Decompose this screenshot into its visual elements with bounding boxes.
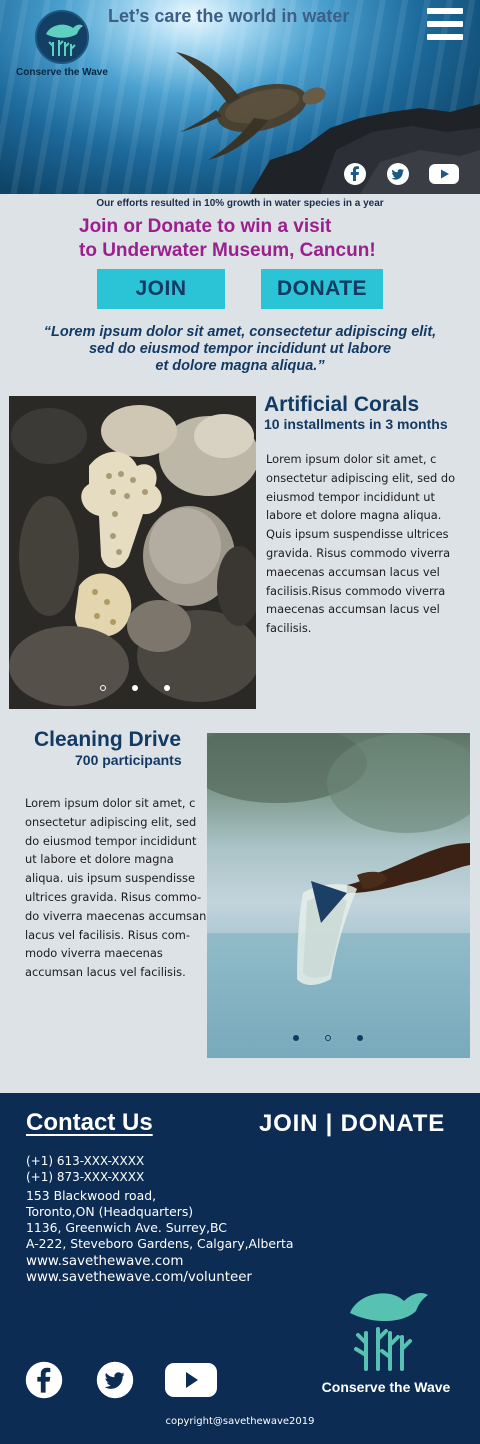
quote-line-2: sed do eiusmod tempor incididunt ut labo… xyxy=(88,341,392,357)
copyright-text: copyright@savethewave2019 xyxy=(165,1416,315,1427)
footer-brand-logo[interactable]: Conserve the Wave xyxy=(316,1283,456,1395)
mission-quote: “Lorem ipsum dolor sit amet, consectetur… xyxy=(0,324,480,375)
whale-icon xyxy=(350,1293,428,1371)
footer-join-donate-link[interactable]: JOIN | DONATE xyxy=(259,1110,445,1138)
logo-caption: Conserve the Wave xyxy=(16,67,108,78)
website-link[interactable]: www.savethewave.com xyxy=(26,1254,183,1269)
hamburger-menu-icon[interactable] xyxy=(427,8,463,46)
carousel-dot-3[interactable] xyxy=(357,1035,363,1041)
brand-logo[interactable]: Conserve the Wave xyxy=(14,10,110,78)
youtube-icon[interactable] xyxy=(428,162,460,186)
hero-tagline: Let’s care the world in water xyxy=(108,6,350,26)
carousel-dot-1[interactable] xyxy=(293,1035,299,1041)
site-footer: Contact Us JOIN | DONATE (+1) 613-XXX-XX… xyxy=(0,1093,480,1444)
feature-subtitle-corals: 10 installments in 3 months xyxy=(264,416,448,432)
carousel-dots xyxy=(100,685,170,691)
carousel-dots xyxy=(293,1035,363,1041)
coral-image xyxy=(9,396,256,709)
feature-title-corals: Artificial Corals xyxy=(264,393,420,416)
contact-title: Contact Us xyxy=(26,1109,153,1136)
facebook-icon[interactable] xyxy=(343,162,367,186)
cleaning-photo-carousel[interactable] xyxy=(207,733,470,1058)
twitter-icon[interactable] xyxy=(386,162,410,186)
quote-line-1: “Lorem ipsum dolor sit amet, consectetur… xyxy=(43,324,437,340)
feature-body-corals: Lorem ipsum dolor sit amet, c onsectetur… xyxy=(266,452,456,636)
join-button[interactable]: JOIN xyxy=(97,269,225,309)
carousel-dot-2[interactable] xyxy=(132,685,138,691)
facebook-icon[interactable] xyxy=(25,1361,63,1399)
sea-turtle xyxy=(176,52,326,160)
hero-banner: Conserve the Wave Let’s care the world i… xyxy=(0,0,480,194)
phone-number-2[interactable]: (+1) 873-XXX-XXXX xyxy=(26,1170,144,1184)
twitter-icon[interactable] xyxy=(95,1361,135,1399)
cleaning-image xyxy=(207,733,470,1058)
coral-photo-carousel[interactable] xyxy=(9,396,256,709)
quote-line-3: et dolore magna aliqua.” xyxy=(155,358,325,374)
youtube-icon[interactable] xyxy=(164,1361,218,1399)
logo-badge xyxy=(35,10,89,64)
feature-subtitle-cleaning: 700 participants xyxy=(75,752,182,768)
promo-line-2: to Underwater Museum, Cancun! xyxy=(79,240,376,261)
feature-title-cleaning: Cleaning Drive xyxy=(34,728,182,751)
promo-line-1: Join or Donate to win a visit xyxy=(79,216,332,237)
feature-body-cleaning: Lorem ipsum dolor sit amet, c onsectetur… xyxy=(25,796,207,980)
carousel-dot-3[interactable] xyxy=(164,685,170,691)
carousel-dot-1[interactable] xyxy=(100,685,106,691)
carousel-dot-2[interactable] xyxy=(325,1035,331,1041)
volunteer-link[interactable]: www.savethewave.com/volunteer xyxy=(26,1270,252,1285)
phone-number-1[interactable]: (+1) 613-XXX-XXXX xyxy=(26,1154,144,1168)
promo-headline: Join or Donate to win a visit to Underwa… xyxy=(79,215,376,263)
whale-icon xyxy=(46,24,83,56)
footer-logo-caption: Conserve the Wave xyxy=(321,1379,451,1395)
impact-statement: Our efforts resulted in 10% growth in wa… xyxy=(96,198,384,209)
donate-button[interactable]: DONATE xyxy=(261,269,383,309)
address-block: 153 Blackwood road, Toronto,ON (Headquar… xyxy=(26,1188,294,1251)
